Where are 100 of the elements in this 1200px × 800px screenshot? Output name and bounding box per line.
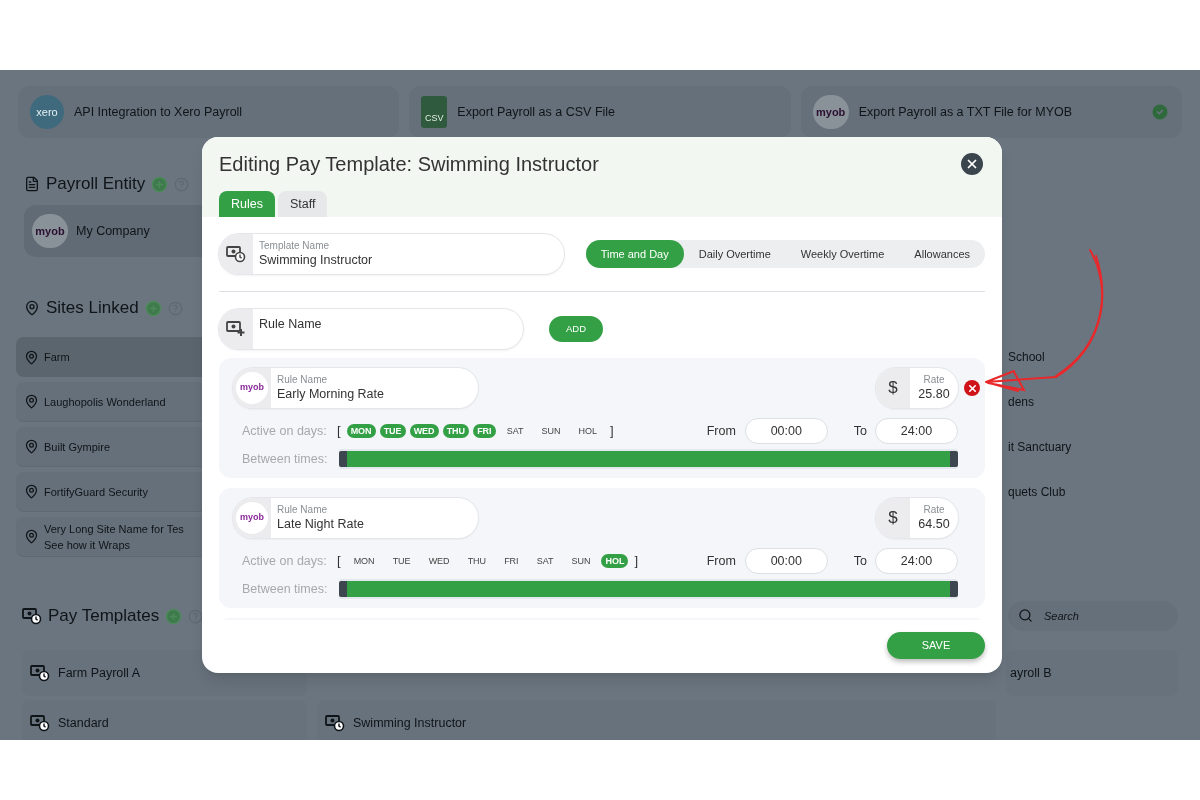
bracket: ]	[610, 422, 614, 441]
field-label: Rate	[923, 374, 945, 386]
dialog-title: Editing Pay Template: Swimming Instructor	[219, 152, 599, 177]
banknote-clock-icon	[226, 245, 246, 263]
rule-name-input[interactable]: Rule Name	[253, 315, 503, 334]
rule-type-tab[interactable]: Weekly Overtime	[785, 240, 900, 268]
banknote-clock-icon	[325, 714, 345, 732]
template-name: Swimming Instructor	[353, 714, 467, 732]
currency-symbol: $	[888, 507, 898, 530]
field-value: 25.80	[918, 386, 950, 402]
from-label: From	[706, 422, 736, 440]
template-name: Standard	[58, 714, 109, 732]
site-name: FortifyGuard Security	[44, 484, 148, 500]
day-toggle[interactable]: FRI	[473, 424, 496, 438]
banknote-clock-icon	[22, 607, 42, 625]
from-label: From	[706, 552, 736, 570]
template-name: Farm Payroll A	[58, 664, 140, 682]
banknote-plus-icon	[226, 320, 246, 338]
day-toggle[interactable]: HOL	[574, 424, 601, 438]
integration-card[interactable]: CSV Export Payroll as a CSV File	[409, 86, 791, 138]
day-toggle[interactable]: MON	[346, 424, 376, 438]
myob-logo: myob	[812, 95, 849, 129]
day-toggle[interactable]: THU	[442, 424, 470, 438]
site-name: Laughopolis Wonderland	[44, 394, 166, 410]
map-pin-icon	[24, 349, 39, 365]
site-name: Built Gympire	[44, 439, 111, 455]
site-name: Very Long Site Name for Tes See how it Wraps	[44, 521, 184, 553]
banknote-clock-icon	[30, 714, 50, 732]
bracket: [	[337, 422, 341, 441]
dialog-tab[interactable]: Staff	[277, 191, 328, 217]
map-pin-icon	[24, 300, 40, 316]
to-label: To	[853, 552, 867, 570]
map-pin-icon	[24, 394, 39, 409]
integration-card[interactable]: xero API Integration to Xero Payroll	[18, 86, 400, 138]
template-item[interactable]: ayroll B	[1006, 650, 1178, 696]
day-toggle[interactable]: SAT	[502, 424, 528, 438]
time-field[interactable]: 00:00	[744, 548, 828, 574]
close-icon	[965, 157, 979, 171]
rule-name-field[interactable]: myob Rule Name Early Morning Rate	[233, 368, 478, 408]
currency-symbol: $	[888, 377, 898, 400]
integration-label: Export Payroll as a CSV File	[457, 103, 617, 121]
day-toggle[interactable]: WED	[409, 424, 439, 438]
rule-name-input[interactable]: Rule Name	[219, 309, 523, 349]
day-toggle[interactable]: FRI	[500, 554, 523, 568]
integration-label: Export Payroll as a TXT File for MYOB	[858, 103, 1074, 121]
help-icon	[188, 608, 204, 624]
search-field[interactable]: Search	[1008, 601, 1178, 631]
site-item[interactable]: School	[1008, 348, 1045, 366]
add-button[interactable]: ADD	[549, 316, 604, 342]
time-field[interactable]: 24:00	[875, 548, 958, 574]
myob-logo: myob	[236, 372, 268, 404]
site-name: Farm	[44, 350, 70, 365]
day-toggle[interactable]: TUE	[388, 554, 415, 568]
time-field[interactable]: 00:00	[744, 418, 828, 444]
banknote-clock-icon	[30, 664, 50, 682]
rule-type-tab[interactable]: Allowances	[899, 240, 985, 268]
day-toggle[interactable]: THU	[463, 554, 491, 568]
day-toggle[interactable]: SUN	[567, 554, 595, 568]
section-title: Sites Linked	[46, 297, 139, 320]
section-title: Pay Templates	[48, 605, 160, 628]
save-button[interactable]: SAVE	[887, 632, 985, 659]
search-icon	[1018, 608, 1033, 623]
cross-icon	[966, 382, 978, 394]
rate-field[interactable]: $ Rate 25.80	[876, 368, 958, 408]
integration-card[interactable]: myob Export Payroll as a TXT File for MYOB	[800, 86, 1182, 138]
template-item[interactable]: Standard	[22, 700, 307, 740]
bracket: ]	[634, 552, 639, 571]
day-toggle[interactable]: SUN	[537, 424, 565, 438]
day-toggle[interactable]: SAT	[532, 554, 558, 568]
template-name: ayroll B	[1010, 664, 1052, 682]
remove-icon[interactable]	[964, 380, 980, 396]
myob-logo: myob	[236, 502, 268, 534]
field-label: Rate	[923, 504, 945, 516]
time-field[interactable]: 24:00	[875, 418, 958, 444]
xero-logo: xero	[30, 95, 64, 129]
day-toggle[interactable]: HOL	[601, 554, 629, 568]
between-label: Between times:	[241, 580, 329, 598]
site-item[interactable]: it Sanctuary	[1008, 438, 1072, 456]
rule-name-field[interactable]: myob Rule Name Late Night Rate	[233, 498, 478, 538]
dialog-tab[interactable]: Rules	[219, 191, 275, 217]
template-item[interactable]: Swimming Instructor	[317, 700, 996, 740]
rate-field[interactable]: $ Rate 64.50	[876, 498, 958, 538]
close-button[interactable]	[961, 153, 983, 175]
field-value: 64.50	[918, 516, 950, 532]
template-name-field[interactable]: Template Name Swimming Instructor	[219, 234, 564, 274]
rule-type-tab[interactable]: Time and Day	[585, 240, 684, 268]
map-pin-icon	[24, 529, 39, 544]
day-toggle[interactable]: TUE	[379, 424, 406, 438]
to-label: To	[853, 422, 867, 440]
file-icon	[24, 176, 40, 192]
day-toggle[interactable]: WED	[424, 554, 454, 568]
site-item[interactable]: dens	[1008, 393, 1035, 411]
map-pin-icon	[24, 439, 39, 454]
rule-type-tab[interactable]: Daily Overtime	[683, 240, 786, 268]
csv-file-icon: CSV	[421, 96, 448, 128]
entity-name: My Company	[76, 222, 150, 240]
integration-label: API Integration to Xero Payroll	[74, 103, 244, 121]
bracket: [	[337, 552, 341, 571]
site-item[interactable]: quets Club	[1008, 483, 1066, 501]
day-toggle[interactable]: MON	[349, 554, 379, 568]
